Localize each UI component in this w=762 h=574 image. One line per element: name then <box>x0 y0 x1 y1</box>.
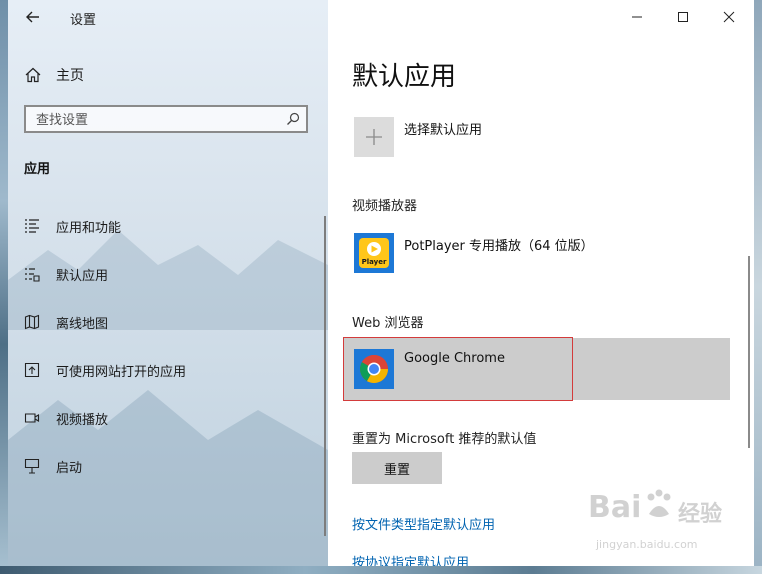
potplayer-icon: Player <box>354 233 394 273</box>
sidebar-item-home[interactable]: 主页 <box>24 64 84 86</box>
maximize-button[interactable] <box>660 4 706 30</box>
link-default-by-protocol[interactable]: 按协议指定默认应用 <box>352 552 469 566</box>
potplayer-app-label: PotPlayer 专用播放（64 位版） <box>404 239 594 254</box>
close-button[interactable] <box>706 4 752 30</box>
search-box <box>24 105 308 133</box>
plus-icon <box>366 129 382 145</box>
sidebar-item-startup[interactable]: 启动 <box>8 442 328 490</box>
sidebar-item-apps-features[interactable]: 应用和功能 <box>8 202 328 250</box>
sidebar-item-default-apps[interactable]: 默认应用 <box>8 250 328 298</box>
main-scrollbar[interactable] <box>748 256 750 448</box>
choose-default-app-label: 选择默认应用 <box>404 123 483 138</box>
sidebar-item-apps-for-websites[interactable]: 可使用网站打开的应用 <box>8 346 328 394</box>
reset-button[interactable]: 重置 <box>352 452 442 484</box>
minimize-button[interactable] <box>614 4 660 30</box>
sidebar-item-label: 可使用网站打开的应用 <box>56 364 187 380</box>
back-button[interactable] <box>20 6 46 28</box>
chrome-icon <box>360 355 388 383</box>
map-icon <box>24 314 40 330</box>
potplayer-icon-text: Player <box>362 258 387 266</box>
minimize-icon <box>632 16 642 18</box>
watermark-url: jingyan.baidu.com <box>596 538 698 551</box>
sidebar-item-label: 离线地图 <box>56 316 109 332</box>
default-apps-icon <box>25 268 40 282</box>
close-icon <box>723 11 735 23</box>
sidebar-nav: 应用和功能 默认应用 离线地图 可使用网站打开的应用 视频播放 启动 <box>8 202 328 490</box>
sidebar-item-video-playback[interactable]: 视频播放 <box>8 394 328 442</box>
web-browser-group-label: Web 浏览器 <box>352 316 424 331</box>
arrow-left-icon <box>26 11 39 23</box>
chrome-app-tile <box>354 349 394 389</box>
video-icon <box>24 413 40 423</box>
home-icon <box>25 67 41 83</box>
open-in-icon <box>24 362 40 378</box>
paw-logo-icon <box>647 489 671 517</box>
window-title: 设置 <box>70 13 97 28</box>
video-player-group-label: 视频播放器 <box>352 199 418 214</box>
watermark-brand: Bai <box>588 490 642 525</box>
section-title: 应用 <box>24 162 51 177</box>
titlebar-left: 设置 <box>8 0 328 34</box>
search-input[interactable] <box>34 109 278 131</box>
maximize-icon <box>678 12 688 22</box>
search-icon[interactable] <box>286 112 300 126</box>
choose-default-app-button[interactable] <box>354 117 394 157</box>
baidu-watermark: Bai 经验 jingyan.baidu.com <box>588 484 738 562</box>
link-default-by-file-type[interactable]: 按文件类型指定默认应用 <box>352 514 495 533</box>
sidebar-scrollbar[interactable] <box>324 216 326 536</box>
web-browser-selected-row[interactable]: Google Chrome <box>344 338 730 400</box>
chrome-app-label: Google Chrome <box>404 351 505 366</box>
settings-window: 设置 主页 应用 应用和功能 <box>8 0 754 566</box>
watermark-brand-suffix: 经验 <box>678 502 723 527</box>
sidebar-item-offline-maps[interactable]: 离线地图 <box>8 298 328 346</box>
desktop-background-right <box>754 0 762 574</box>
potplayer-app-tile[interactable]: Player <box>354 233 394 273</box>
sidebar-item-label: 启动 <box>56 460 83 476</box>
sidebar: 设置 主页 应用 应用和功能 <box>8 0 328 566</box>
sidebar-item-label: 主页 <box>56 68 84 84</box>
desktop-background-bottom <box>0 566 762 574</box>
main-pane: 默认应用 选择默认应用 视频播放器 Player PotPlayer 专用播放（… <box>328 0 754 566</box>
sidebar-item-label: 应用和功能 <box>56 220 122 236</box>
list-icon <box>25 219 39 233</box>
sidebar-item-label: 默认应用 <box>56 268 109 284</box>
startup-icon <box>24 458 40 474</box>
sidebar-item-label: 视频播放 <box>56 412 109 428</box>
reset-label: 重置为 Microsoft 推荐的默认值 <box>352 432 537 447</box>
desktop-background-left <box>0 0 8 574</box>
page-title: 默认应用 <box>352 62 457 92</box>
